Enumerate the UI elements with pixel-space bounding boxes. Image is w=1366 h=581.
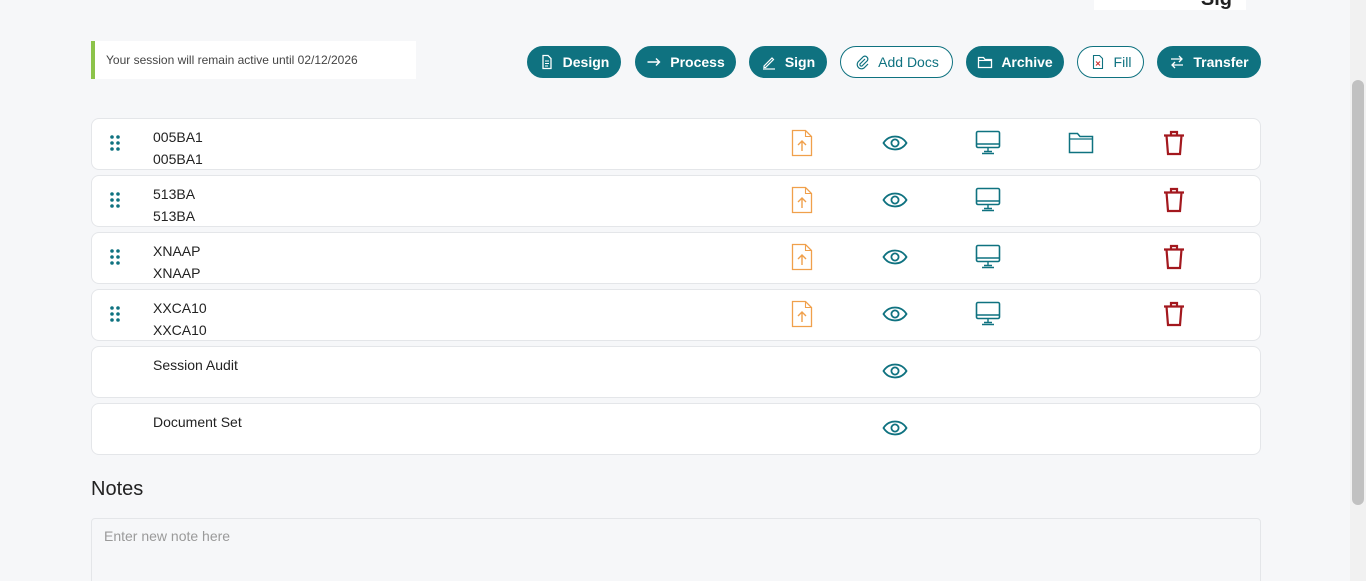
monitor-icon[interactable] xyxy=(975,186,1001,214)
sign-label: Sign xyxy=(784,54,816,70)
delete-trash-icon[interactable] xyxy=(1161,300,1187,328)
transfer-icon xyxy=(1171,55,1184,69)
view-eye-icon[interactable] xyxy=(882,300,908,328)
fill-label: Fill xyxy=(1113,54,1132,70)
monitor-icon[interactable] xyxy=(975,300,1001,328)
header-cut-title: Sig xyxy=(1094,0,1246,10)
document-title: XXCA10 xyxy=(153,300,207,316)
view-eye-icon[interactable] xyxy=(882,414,908,442)
upload-file-icon[interactable] xyxy=(789,300,815,328)
view-eye-icon[interactable] xyxy=(882,357,908,385)
delete-trash-icon[interactable] xyxy=(1161,243,1187,271)
view-eye-icon[interactable] xyxy=(882,186,908,214)
document-icon xyxy=(542,54,552,70)
design-button[interactable]: Design xyxy=(527,46,621,78)
document-name: Session Audit xyxy=(153,354,238,376)
document-row: XXCA10 XXCA10 xyxy=(91,289,1261,341)
drag-handle-icon[interactable] xyxy=(109,248,121,266)
add-docs-label: Add Docs xyxy=(878,54,939,70)
delete-trash-icon[interactable] xyxy=(1161,186,1187,214)
upload-file-icon[interactable] xyxy=(789,243,815,271)
document-title: 005BA1 xyxy=(153,129,203,145)
document-row: XNAAP XNAAP xyxy=(91,232,1261,284)
file-excel-icon xyxy=(1092,54,1103,70)
arrow-right-icon xyxy=(647,58,661,66)
document-subtitle: 005BA1 xyxy=(153,151,203,167)
drag-handle-icon[interactable] xyxy=(109,305,121,323)
folder-icon xyxy=(978,56,993,69)
document-name: Document Set xyxy=(153,411,242,433)
monitor-icon[interactable] xyxy=(975,243,1001,271)
scrollbar-thumb[interactable] xyxy=(1352,80,1364,505)
drag-handle-icon[interactable] xyxy=(109,191,121,209)
document-title: Session Audit xyxy=(153,357,238,373)
note-input[interactable] xyxy=(91,518,1261,581)
document-subtitle: XXCA10 xyxy=(153,322,207,338)
document-name: 513BA 513BA xyxy=(153,183,195,227)
monitor-icon[interactable] xyxy=(975,129,1001,157)
archive-label: Archive xyxy=(1001,54,1053,70)
sign-button[interactable]: Sign xyxy=(749,46,827,78)
session-notice: Your session will remain active until 02… xyxy=(91,41,416,79)
document-name: XNAAP XNAAP xyxy=(153,240,200,284)
fill-button[interactable]: Fill xyxy=(1077,46,1144,78)
process-button[interactable]: Process xyxy=(635,46,736,78)
document-set-row: Document Set xyxy=(91,403,1261,455)
transfer-label: Transfer xyxy=(1193,54,1249,70)
delete-trash-icon[interactable] xyxy=(1161,129,1187,157)
paperclip-icon xyxy=(856,55,869,70)
pen-icon xyxy=(762,57,775,70)
document-subtitle: 513BA xyxy=(153,208,196,224)
document-title: Document Set xyxy=(153,414,242,430)
upload-file-icon[interactable] xyxy=(789,186,815,214)
folder-icon[interactable] xyxy=(1068,129,1094,157)
document-subtitle: XNAAP xyxy=(153,265,201,281)
document-name: XXCA10 XXCA10 xyxy=(153,297,207,341)
document-title: XNAAP xyxy=(153,243,201,259)
upload-file-icon[interactable] xyxy=(789,129,815,157)
process-label: Process xyxy=(670,54,725,70)
session-audit-row: Session Audit xyxy=(91,346,1261,398)
transfer-button[interactable]: Transfer xyxy=(1157,46,1261,78)
view-eye-icon[interactable] xyxy=(882,243,908,271)
document-row: 005BA1 005BA1 xyxy=(91,118,1261,170)
document-title: 513BA xyxy=(153,186,196,202)
header-cut-text: Sig xyxy=(1201,0,1232,11)
notes-heading: Notes xyxy=(91,478,144,500)
document-row: 513BA 513BA xyxy=(91,175,1261,227)
add-docs-button[interactable]: Add Docs xyxy=(840,46,953,78)
document-name: 005BA1 005BA1 xyxy=(153,126,203,170)
drag-handle-icon[interactable] xyxy=(109,134,121,152)
design-label: Design xyxy=(562,54,610,70)
archive-button[interactable]: Archive xyxy=(966,46,1064,78)
view-eye-icon[interactable] xyxy=(882,129,908,157)
